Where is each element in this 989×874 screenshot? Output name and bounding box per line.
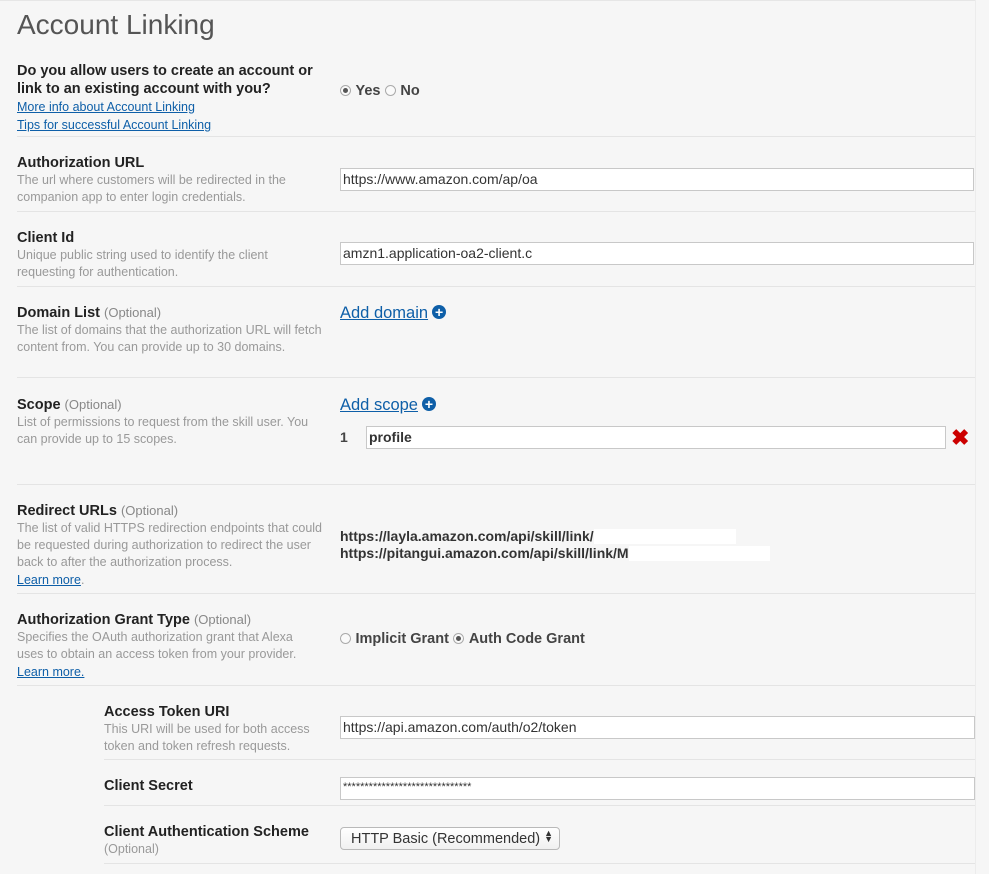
client-id-row: Client Id Unique public string used to i…	[17, 229, 975, 287]
auth-code-grant-label: Auth Code Grant	[468, 630, 585, 647]
redirect-urls-description: The list of valid HTTPS redirection endp…	[17, 521, 323, 569]
authorization-url-row: Authorization URL The url where customer…	[17, 154, 975, 212]
client-id-description: Unique public string used to identify th…	[17, 248, 268, 279]
redirect-url-item: https://pitangui.amazon.com/api/skill/li…	[340, 545, 770, 562]
up-down-arrows-icon: ▲ ▼	[544, 828, 554, 844]
redacted-block	[628, 546, 770, 561]
domain-list-title: Domain List	[17, 305, 100, 321]
auth-code-grant-radio[interactable]	[453, 633, 465, 645]
add-scope-link[interactable]: Add scope	[340, 396, 418, 414]
grant-type-title: Authorization Grant Type	[17, 612, 190, 628]
red-x-icon[interactable]: ✖	[951, 427, 969, 449]
client-auth-scheme-optional: (Optional)	[104, 842, 159, 856]
grant-type-learn-more-link[interactable]: Learn more.	[17, 664, 84, 681]
client-secret-input[interactable]: ******************************	[340, 777, 975, 800]
redirect-url-1: https://layla.amazon.com/api/skill/link/	[340, 528, 594, 544]
account-linking-options: Yes No	[340, 82, 420, 100]
redirect-urls-row: Redirect URLs (Optional) The list of val…	[17, 502, 975, 594]
implicit-grant-radio[interactable]	[340, 633, 351, 645]
scope-title: Scope	[17, 397, 61, 413]
scope-description: List of permissions to request from the …	[17, 415, 309, 446]
scope-item-input[interactable]: profile	[366, 426, 946, 449]
authorization-url-description: The url where customers will be redirect…	[17, 173, 286, 204]
redirect-url-item: https://layla.amazon.com/api/skill/link/	[340, 528, 770, 545]
client-id-title: Client Id	[17, 230, 75, 246]
client-auth-scheme-select[interactable]: HTTP Basic (Recommended) ▲ ▼	[340, 827, 561, 850]
no-radio[interactable]	[384, 85, 396, 97]
yes-label: Yes	[355, 82, 381, 99]
authorization-url-input[interactable]: https://www.amazon.com/ap/oa	[340, 168, 974, 191]
access-token-uri-input[interactable]: https://api.amazon.com/auth/o2/token	[340, 716, 975, 739]
scope-row: Scope (Optional) List of permissions to …	[17, 396, 975, 485]
client-auth-scheme-row: Client Authentication Scheme (Optional) …	[104, 823, 975, 864]
client-id-input[interactable]: amzn1.application-oa2-client.c	[340, 242, 974, 265]
add-domain-link[interactable]: Add domain	[340, 304, 428, 322]
right-border	[975, 0, 976, 874]
scope-item-index: 1	[340, 429, 348, 445]
account-linking-question: Do you allow users to create an account …	[17, 63, 313, 97]
domain-list-row: Domain List (Optional) The list of domai…	[17, 304, 975, 378]
learn-more-suffix: .	[80, 573, 85, 587]
redacted-block	[593, 529, 736, 544]
authorization-url-title: Authorization URL	[17, 155, 145, 171]
no-label: No	[400, 82, 420, 99]
client-auth-scheme-title: Client Authentication Scheme	[104, 824, 309, 840]
redirect-urls-optional: (Optional)	[120, 503, 179, 518]
tips-link[interactable]: Tips for successful Account Linking	[17, 117, 211, 134]
client-auth-scheme-selected: HTTP Basic (Recommended)	[351, 831, 541, 847]
account-linking-row: Do you allow users to create an account …	[17, 62, 975, 137]
grant-type-description: Specifies the OAuth authorization grant …	[17, 630, 297, 661]
redirect-url-2: https://pitangui.amazon.com/api/skill/li…	[340, 545, 629, 561]
implicit-grant-label: Implicit Grant	[355, 630, 449, 647]
yes-radio[interactable]	[340, 85, 351, 97]
access-token-uri-title: Access Token URI	[104, 704, 230, 720]
grant-type-row: Authorization Grant Type (Optional) Spec…	[17, 611, 975, 686]
domain-list-description: The list of domains that the authorizati…	[17, 323, 322, 354]
scope-optional: (Optional)	[64, 397, 122, 412]
access-token-uri-row: Access Token URI This URI will be used f…	[104, 703, 975, 760]
grant-type-options: Implicit Grant Auth Code Grant	[340, 630, 585, 648]
client-secret-row: Client Secret **************************…	[104, 777, 975, 806]
access-token-uri-description: This URI will be used for both access to…	[104, 722, 310, 753]
domain-list-optional: (Optional)	[104, 305, 162, 320]
top-divider	[0, 0, 975, 1]
client-secret-title: Client Secret	[104, 778, 193, 794]
plus-circle-icon[interactable]: +	[432, 305, 447, 319]
plus-circle-icon[interactable]: +	[421, 397, 436, 411]
redirect-learn-more-link[interactable]: Learn more	[17, 572, 81, 589]
more-info-link[interactable]: More info about Account Linking	[17, 99, 195, 116]
grant-type-optional: (Optional)	[193, 612, 252, 627]
redirect-urls-title: Redirect URLs	[17, 503, 117, 519]
page-title: Account Linking	[17, 9, 215, 40]
